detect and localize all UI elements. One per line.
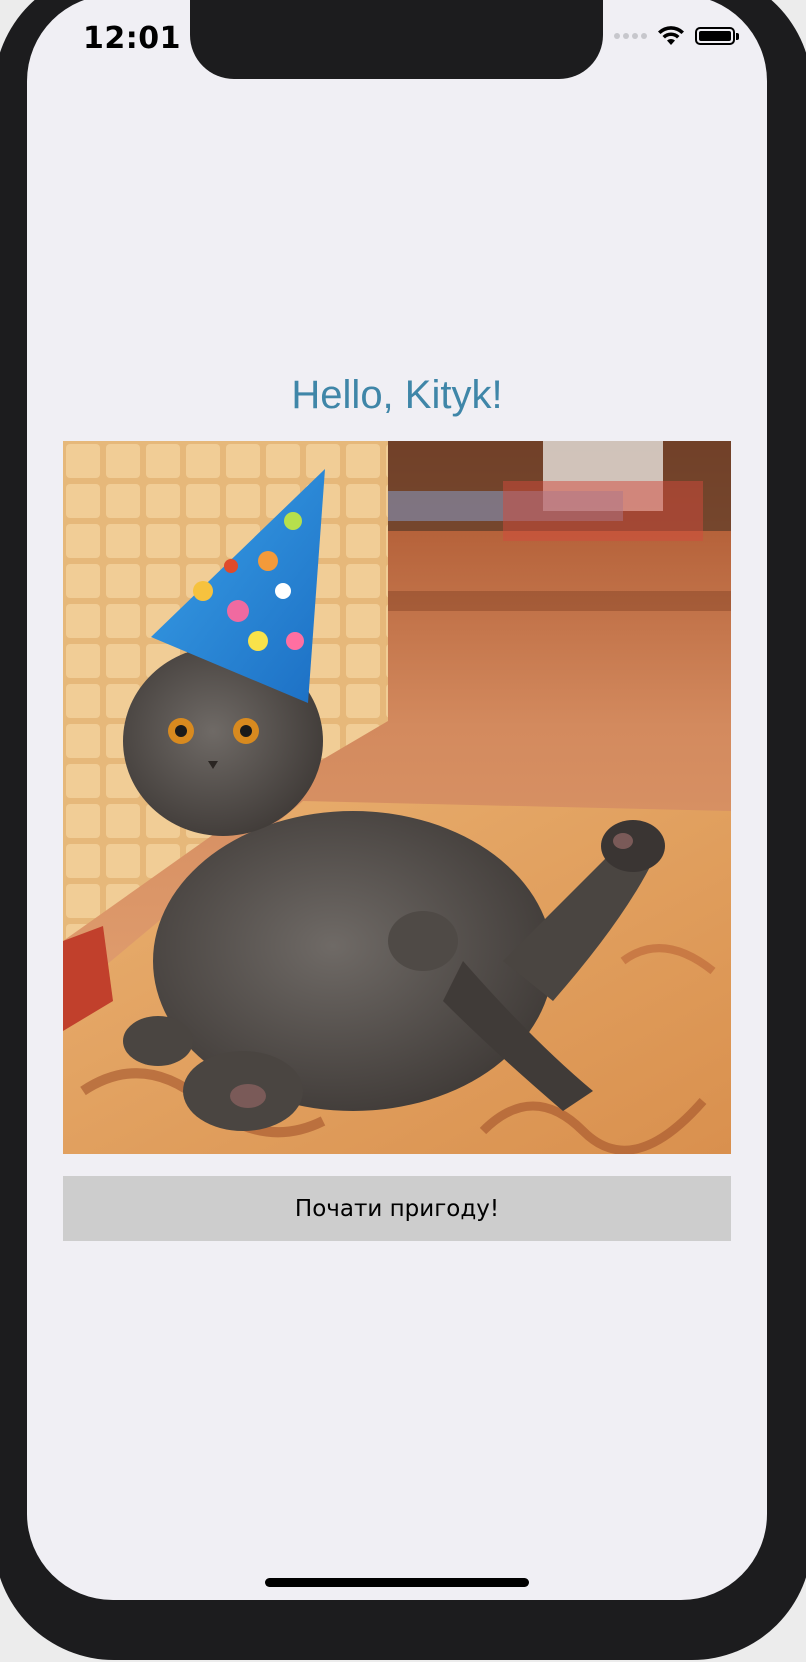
home-indicator[interactable] <box>265 1578 529 1587</box>
cat-photo <box>63 441 731 1154</box>
status-time: 12:01 <box>83 21 181 56</box>
status-icons <box>614 25 739 47</box>
signal-icon <box>614 33 647 39</box>
page-title: Hello, Kityk! <box>291 373 503 417</box>
wifi-icon <box>658 26 684 45</box>
start-adventure-button[interactable]: Почати пригоду! <box>63 1176 731 1241</box>
notch <box>190 0 603 79</box>
phone-frame: 12:01 Hello, Kityk! Почати пригоду! <box>0 0 806 1660</box>
battery-icon <box>695 27 739 45</box>
phone-screen: 12:01 Hello, Kityk! Почати пригоду! <box>27 0 767 1600</box>
